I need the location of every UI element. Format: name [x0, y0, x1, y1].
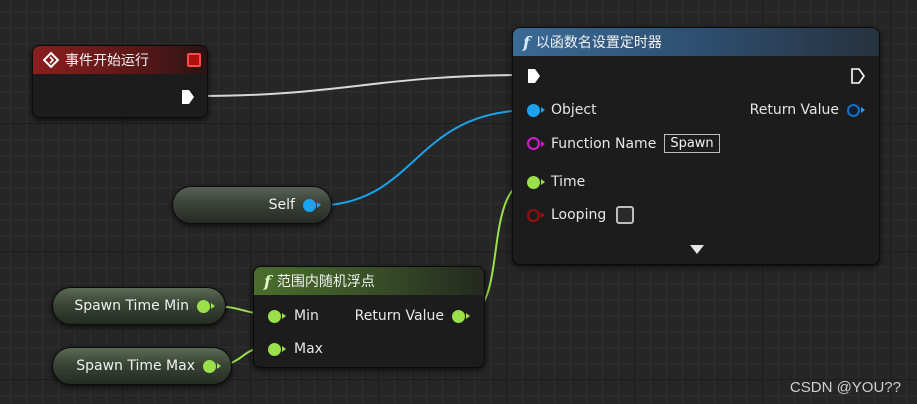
time-pin-dot[interactable] — [527, 175, 540, 189]
object-label: Object — [551, 102, 597, 118]
timer-node-title: 以函数名设置定时器 — [535, 35, 662, 51]
diamond-event-icon — [43, 52, 59, 68]
pin-arrow-icon — [541, 107, 545, 113]
spawn-time-max-label: Spawn Time Max — [76, 358, 195, 374]
random-max-pin[interactable]: Max — [268, 341, 323, 357]
pin-arrow-icon — [541, 179, 545, 185]
exec-wire — [199, 74, 524, 97]
looping-checkbox[interactable] — [616, 206, 635, 224]
spawn-time-max-node[interactable]: Spawn Time Max — [52, 347, 232, 385]
event-node-title: 事件开始运行 — [65, 53, 149, 69]
down-triangle-icon[interactable] — [690, 245, 704, 254]
time-label: Time — [551, 174, 586, 190]
min-label: Min — [294, 308, 319, 324]
function-name-input[interactable]: Spawn — [664, 134, 720, 153]
timer-looping-pin[interactable]: Looping — [527, 206, 635, 224]
pin-arrow-icon — [861, 107, 865, 113]
f-function-icon: f — [523, 32, 530, 52]
looping-pin-dot[interactable] — [527, 208, 540, 222]
spawn-max-pin-dot[interactable] — [203, 359, 216, 373]
random-return-label: Return Value — [354, 308, 444, 324]
return-pin-dot[interactable] — [847, 103, 860, 117]
timer-function-name-pin[interactable]: Function Name Spawn — [527, 134, 720, 153]
function-name-pin-dot[interactable] — [527, 137, 540, 150]
event-node-header[interactable]: 事件开始运行 — [33, 46, 207, 74]
timer-object-pin[interactable]: Object — [527, 102, 597, 118]
max-label: Max — [294, 341, 323, 357]
self-object-wire — [312, 109, 534, 207]
looping-label: Looping — [551, 207, 607, 223]
timer-exec-out-pin[interactable] — [851, 68, 865, 84]
timer-return-pin[interactable]: Return Value — [750, 102, 865, 118]
self-pin-dot[interactable] — [303, 198, 316, 212]
red-square-icon — [187, 53, 201, 67]
random-min-pin[interactable]: Min — [268, 308, 319, 324]
object-pin-dot[interactable] — [527, 103, 540, 117]
spawn-time-min-node[interactable]: Spawn Time Min — [52, 287, 226, 325]
timer-node-header[interactable]: f 以函数名设置定时器 — [513, 28, 879, 56]
pin-arrow-icon — [217, 363, 221, 369]
pin-arrow-icon — [282, 313, 286, 319]
f-function-icon: f — [264, 271, 271, 291]
pin-arrow-icon — [282, 346, 286, 352]
random-node-header[interactable]: f 范围内随机浮点 — [254, 267, 484, 295]
set-timer-node[interactable]: f 以函数名设置定时器 Object Return Value Function… — [512, 27, 880, 265]
pin-arrow-icon — [317, 202, 321, 208]
pin-arrow-icon — [211, 303, 215, 309]
random-node-title: 范围内随机浮点 — [276, 274, 375, 290]
self-label: Self — [268, 197, 295, 213]
random-return-pin-dot[interactable] — [452, 309, 465, 323]
spawn-time-min-label: Spawn Time Min — [74, 298, 189, 314]
function-name-label: Function Name — [551, 135, 657, 152]
watermark: CSDN @YOU?? — [789, 379, 901, 396]
event-begin-play-node[interactable]: 事件开始运行 — [32, 45, 208, 118]
return-value-label: Return Value — [749, 102, 839, 118]
timer-exec-in-pin[interactable] — [527, 68, 541, 84]
min-pin-dot[interactable] — [268, 309, 281, 323]
random-return-pin[interactable]: Return Value — [355, 308, 470, 324]
pin-arrow-icon — [466, 313, 470, 319]
pin-arrow-icon — [541, 140, 545, 147]
timer-time-pin[interactable]: Time — [527, 174, 585, 190]
random-float-node[interactable]: f 范围内随机浮点 Min Return Value Max — [253, 266, 485, 368]
spawn-min-pin-dot[interactable] — [197, 299, 210, 313]
event-exec-out-pin[interactable] — [181, 89, 195, 105]
max-pin-dot[interactable] — [268, 342, 281, 356]
pin-arrow-icon — [541, 212, 545, 218]
self-node[interactable]: Self — [172, 186, 332, 224]
